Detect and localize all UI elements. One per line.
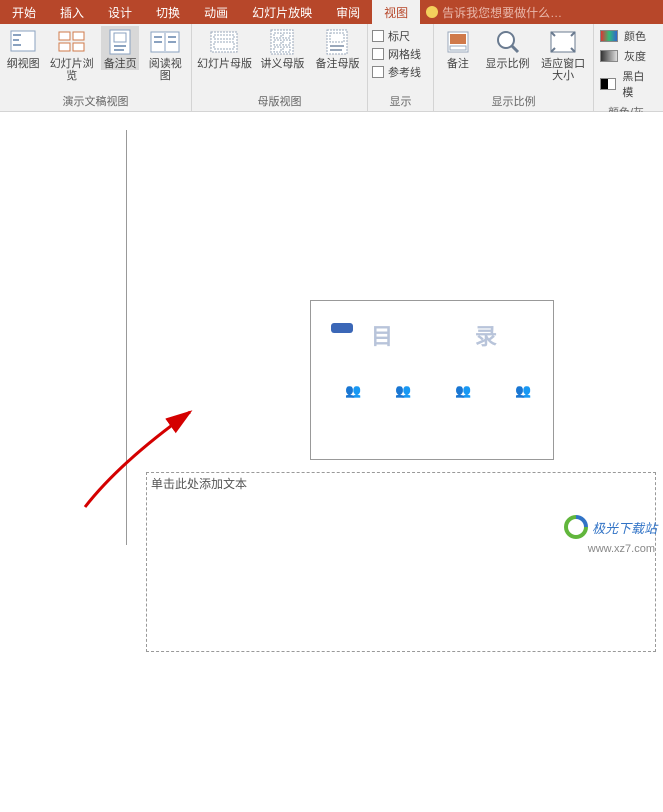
slide-sorter-button[interactable]: 幻灯片浏览 bbox=[46, 26, 97, 82]
slide-thumbnail[interactable]: 目 录 👥 👥 👥 👥 bbox=[310, 300, 554, 460]
show-checklist: 标尺 网格线 参考线 bbox=[372, 26, 421, 80]
tab-transition[interactable]: 切换 bbox=[144, 0, 192, 24]
tab-animation[interactable]: 动画 bbox=[192, 0, 240, 24]
group-color: 颜色 灰度 黑白模 颜色/灰 bbox=[594, 24, 658, 111]
group-label-presentation-views: 演示文稿视图 bbox=[4, 91, 187, 111]
watermark-name: 极光下载站 bbox=[592, 518, 657, 537]
ruler-checkbox[interactable]: 标尺 bbox=[372, 28, 421, 44]
slide-sorter-icon bbox=[57, 28, 87, 56]
grayscale-button[interactable]: 灰度 bbox=[598, 46, 654, 66]
bw-button[interactable]: 黑白模 bbox=[598, 66, 654, 102]
notes-placeholder-text: 单击此处添加文本 bbox=[151, 475, 247, 492]
color-swatch-icon bbox=[600, 30, 618, 42]
tab-design[interactable]: 设计 bbox=[96, 0, 144, 24]
workspace: 目 录 👥 👥 👥 👥 单击此处添加文本 bbox=[0, 112, 663, 545]
reading-view-icon bbox=[150, 28, 180, 56]
notes-page-button[interactable]: 备注页 bbox=[101, 26, 139, 70]
gray-swatch-icon bbox=[600, 50, 618, 62]
tell-me-text: 告诉我您想要做什么… bbox=[442, 4, 562, 21]
watermark-logo-icon bbox=[564, 515, 588, 539]
fit-window-button[interactable]: 适应窗口大小 bbox=[537, 26, 589, 82]
notes-pane-icon bbox=[443, 28, 473, 56]
outline-view-button[interactable]: 纲视图 bbox=[4, 26, 42, 70]
group-label-show: 显示 bbox=[372, 91, 429, 111]
ribbon: 纲视图 幻灯片浏览 备注页 阅读视图 演示文稿视图 幻灯片母版 bbox=[0, 24, 663, 112]
notes-pane-button[interactable]: 备注 bbox=[438, 26, 478, 70]
tab-start[interactable]: 开始 bbox=[0, 0, 48, 24]
group-label-master-views: 母版视图 bbox=[196, 91, 363, 111]
slide-icon-people4: 👥 bbox=[515, 383, 531, 399]
handout-master-icon bbox=[267, 28, 297, 56]
vertical-ruler bbox=[126, 130, 127, 545]
guides-checkbox[interactable]: 参考线 bbox=[372, 64, 421, 80]
slide-title-char2: 录 bbox=[475, 319, 497, 351]
group-show: 标尺 网格线 参考线 显示 bbox=[368, 24, 434, 111]
zoom-button[interactable]: 显示比例 bbox=[482, 26, 534, 70]
tab-insert[interactable]: 插入 bbox=[48, 0, 96, 24]
gridlines-checkbox[interactable]: 网格线 bbox=[372, 46, 421, 62]
notes-page-canvas[interactable] bbox=[138, 112, 658, 812]
ribbon-tabs: 开始 插入 设计 切换 动画 幻灯片放映 审阅 视图 告诉我您想要做什么… bbox=[0, 0, 663, 24]
slide-shape bbox=[331, 323, 353, 333]
color-button[interactable]: 颜色 bbox=[598, 26, 654, 46]
slide-icon-people3: 👥 bbox=[455, 383, 471, 399]
group-zoom: 备注 显示比例 适应窗口大小 显示比例 bbox=[434, 24, 594, 111]
fit-window-icon bbox=[548, 28, 578, 56]
checkbox-icon bbox=[372, 48, 384, 60]
bw-swatch-icon bbox=[600, 78, 616, 90]
notes-master-icon bbox=[322, 28, 352, 56]
outline-view-icon bbox=[8, 28, 38, 56]
tab-slideshow[interactable]: 幻灯片放映 bbox=[240, 0, 324, 24]
reading-view-button[interactable]: 阅读视图 bbox=[143, 26, 187, 82]
notes-page-icon bbox=[105, 28, 135, 56]
tab-review[interactable]: 审阅 bbox=[324, 0, 372, 24]
zoom-icon bbox=[493, 28, 523, 56]
group-label-zoom: 显示比例 bbox=[438, 91, 589, 111]
bulb-icon bbox=[426, 6, 438, 18]
slide-title-char1: 目 bbox=[371, 319, 393, 351]
group-master-views: 幻灯片母版 讲义母版 备注母版 母版视图 bbox=[192, 24, 368, 111]
slide-icon-people2: 👥 bbox=[395, 383, 411, 399]
tab-view[interactable]: 视图 bbox=[372, 0, 420, 24]
tell-me-box[interactable]: 告诉我您想要做什么… bbox=[420, 0, 663, 24]
checkbox-icon bbox=[372, 30, 384, 42]
notes-master-button[interactable]: 备注母版 bbox=[312, 26, 363, 70]
checkbox-icon bbox=[372, 66, 384, 78]
notes-text-placeholder[interactable]: 单击此处添加文本 bbox=[146, 472, 656, 652]
group-presentation-views: 纲视图 幻灯片浏览 备注页 阅读视图 演示文稿视图 bbox=[0, 24, 192, 111]
slide-icon-people1: 👥 bbox=[345, 383, 361, 399]
slide-master-icon bbox=[209, 28, 239, 56]
handout-master-button[interactable]: 讲义母版 bbox=[257, 26, 308, 70]
watermark: 极光下载站 bbox=[564, 515, 657, 539]
slide-master-button[interactable]: 幻灯片母版 bbox=[196, 26, 253, 70]
